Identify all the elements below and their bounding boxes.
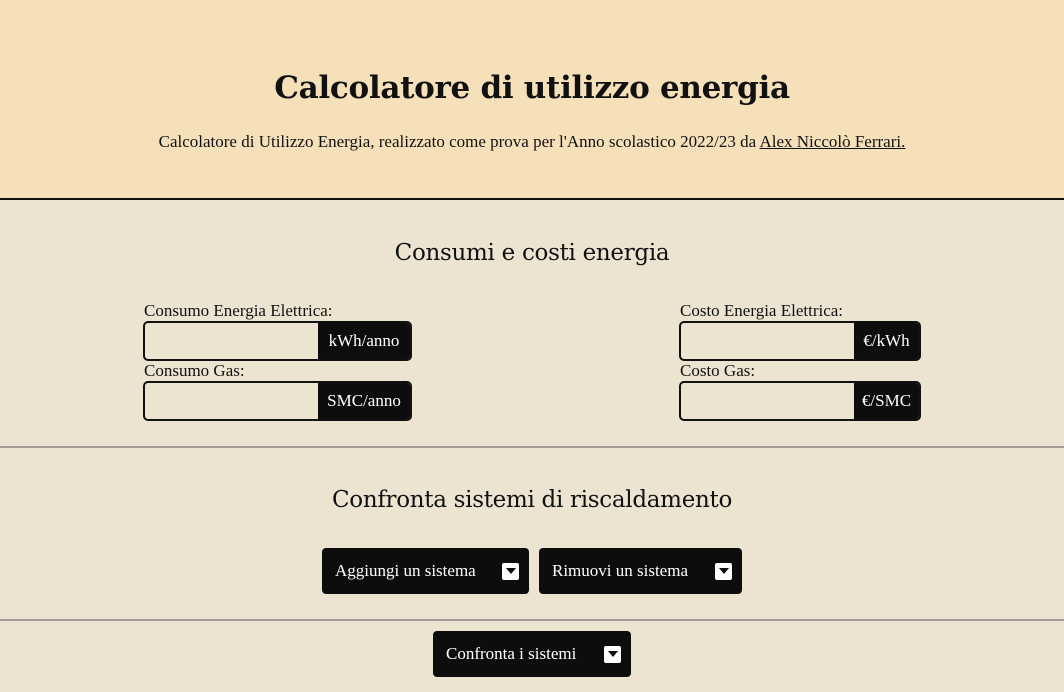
electric-consumption-unit: kWh/anno bbox=[318, 323, 410, 359]
electric-cost-unit: €/kWh bbox=[854, 323, 919, 359]
add-system-label: Aggiungi un sistema bbox=[335, 561, 476, 580]
gas-cost-label: Costo Gas: bbox=[680, 361, 756, 380]
electric-cost-label: Costo Energia Elettrica: bbox=[680, 301, 844, 320]
gas-cost-unit: €/SMC bbox=[854, 383, 919, 419]
electric-consumption-label: Consumo Energia Elettrica: bbox=[144, 301, 333, 320]
chevron-down-icon bbox=[502, 562, 519, 580]
electric-consumption-input[interactable] bbox=[145, 323, 318, 359]
page-title: Calcolatore di utilizzo energia bbox=[274, 70, 790, 106]
electric-consumption-group: kWh/anno bbox=[143, 321, 412, 361]
section-title-consumi: Consumi e costi energia bbox=[394, 240, 670, 266]
page-subtitle: Calcolatore di Utilizzo Energia, realizz… bbox=[0, 132, 1064, 152]
compare-systems-button[interactable]: Confronta i sistemi bbox=[433, 631, 631, 677]
gas-consumption-group: SMC/anno bbox=[143, 381, 412, 421]
electric-cost-input[interactable] bbox=[681, 323, 854, 359]
subtitle-text: Calcolatore di Utilizzo Energia, realizz… bbox=[158, 132, 760, 151]
author-link[interactable]: Alex Niccolò Ferrari. bbox=[759, 132, 905, 151]
gas-consumption-unit: SMC/anno bbox=[318, 383, 410, 419]
section-title-confronta: Confronta sistemi di riscaldamento bbox=[331, 487, 733, 513]
electric-cost-group: €/kWh bbox=[679, 321, 921, 361]
gas-cost-group: €/SMC bbox=[679, 381, 921, 421]
remove-system-label: Rimuovi un sistema bbox=[552, 561, 688, 580]
chevron-down-icon bbox=[604, 645, 621, 663]
chevron-down-icon bbox=[715, 562, 732, 580]
compare-systems-label: Confronta i sistemi bbox=[446, 644, 577, 663]
gas-consumption-input[interactable] bbox=[145, 383, 318, 419]
add-system-button[interactable]: Aggiungi un sistema bbox=[322, 548, 529, 594]
remove-system-button[interactable]: Rimuovi un sistema bbox=[539, 548, 742, 594]
section-divider bbox=[0, 446, 1064, 448]
section-divider bbox=[0, 619, 1064, 621]
gas-consumption-label: Consumo Gas: bbox=[144, 361, 245, 380]
gas-cost-input[interactable] bbox=[681, 383, 854, 419]
header: Calcolatore di utilizzo energia Calcolat… bbox=[0, 0, 1064, 200]
